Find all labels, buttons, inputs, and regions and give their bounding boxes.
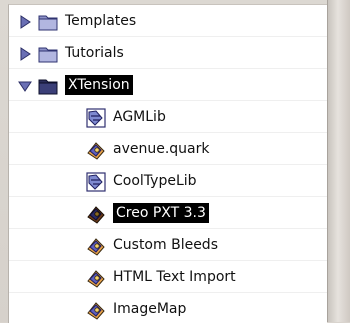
xtension-puzzle-icon	[87, 238, 105, 256]
disclosure-triangle-expanded-icon[interactable]	[17, 78, 33, 94]
folder-icon	[38, 47, 58, 63]
folder-selected-icon	[38, 79, 58, 95]
list-item-tutorials[interactable]: Tutorials	[9, 37, 327, 69]
list-item-label: Creo PXT 3.3	[113, 203, 209, 223]
list-item-label: Templates	[65, 13, 137, 29]
list-item-label: ImageMap	[113, 301, 187, 317]
xtension-puzzle-selected-icon	[87, 206, 105, 224]
list-item-label: avenue.quark	[113, 141, 210, 157]
xtension-puzzle-icon	[87, 142, 105, 160]
file-list: Templates Tutorials XTension AGMLib aven…	[8, 4, 327, 323]
disclosure-triangle-collapsed-icon[interactable]	[17, 14, 33, 30]
list-item-label: Custom Bleeds	[113, 237, 218, 253]
list-item-label: HTML Text Import	[113, 269, 236, 285]
vertical-scrollbar[interactable]	[327, 0, 350, 322]
library-document-icon	[86, 172, 106, 192]
list-item-agmlib[interactable]: AGMLib	[9, 101, 327, 133]
list-item-custom-bleeds[interactable]: Custom Bleeds	[9, 229, 327, 261]
disclosure-triangle-collapsed-icon[interactable]	[17, 46, 33, 62]
list-item-label: XTension	[65, 75, 133, 95]
xtension-puzzle-icon	[87, 270, 105, 288]
list-item-html-text-import[interactable]: HTML Text Import	[9, 261, 327, 293]
library-document-icon	[86, 108, 106, 128]
list-item-label: AGMLib	[113, 109, 166, 125]
finder-window: Templates Tutorials XTension AGMLib aven…	[0, 0, 350, 323]
xtension-puzzle-icon	[87, 302, 105, 320]
list-item-label: CoolTypeLib	[113, 173, 197, 189]
list-item-avenue-quark[interactable]: avenue.quark	[9, 133, 327, 165]
list-item-templates[interactable]: Templates	[9, 5, 327, 37]
list-item-imagemap[interactable]: ImageMap	[9, 293, 327, 323]
folder-icon	[38, 15, 58, 31]
list-item-creo-pxt[interactable]: Creo PXT 3.3	[9, 197, 327, 229]
list-item-cooltypelib[interactable]: CoolTypeLib	[9, 165, 327, 197]
list-item-xtension[interactable]: XTension	[9, 69, 327, 101]
list-item-label: Tutorials	[65, 45, 124, 61]
